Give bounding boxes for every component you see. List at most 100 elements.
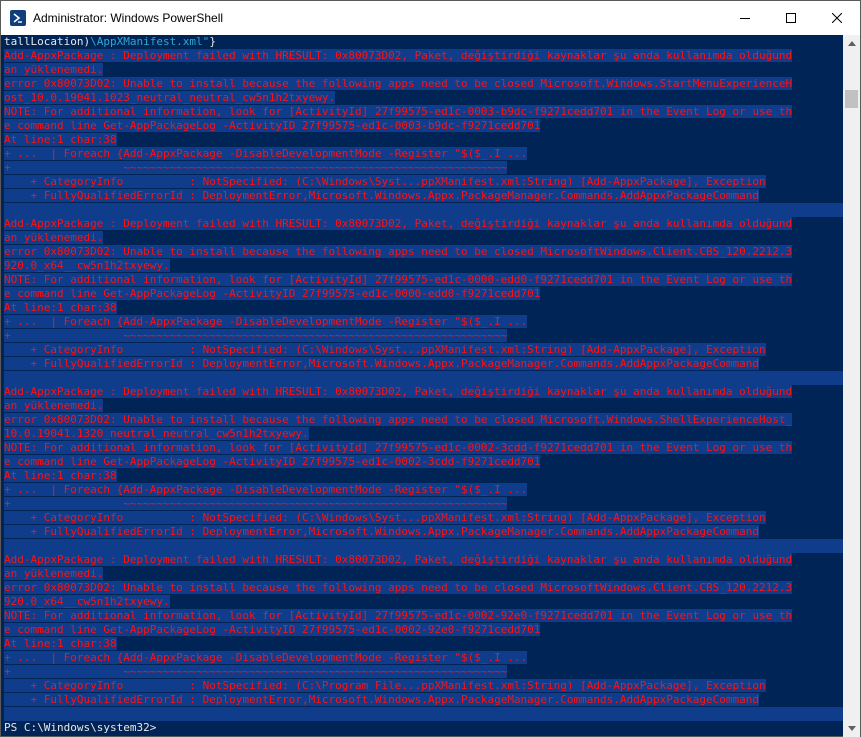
- error-text: Add-AppxPackage : Deployment failed with…: [4, 217, 793, 230]
- error-text: NOTE: For additional information, look f…: [4, 105, 793, 118]
- error-line: an yüklenemedi.: [4, 399, 844, 413]
- error-text: + ... | Foreach {Add-AppxPackage -Disabl…: [4, 315, 528, 328]
- error-text: NOTE: For additional information, look f…: [4, 609, 793, 622]
- error-text: + FullyQualifiedErrorId : DeploymentErro…: [4, 189, 759, 202]
- error-text: + ... | Foreach {Add-AppxPackage -Disabl…: [4, 483, 528, 496]
- error-text: + ... | Foreach {Add-AppxPackage -Disabl…: [4, 147, 528, 160]
- error-line: + ~~~~~~~~~~~~~~~~~~~~~~~~~~~~~~~~~~~~~~…: [4, 665, 844, 679]
- error-text: Add-AppxPackage : Deployment failed with…: [4, 49, 793, 62]
- error-line: e command line Get-AppPackageLog -Activi…: [4, 119, 844, 133]
- error-block-spacer: [4, 539, 844, 553]
- error-line: + ~~~~~~~~~~~~~~~~~~~~~~~~~~~~~~~~~~~~~~…: [4, 161, 844, 175]
- prompt-line: PS C:\Windows\system32>: [4, 721, 844, 735]
- scroll-down-icon[interactable]: [843, 720, 860, 737]
- error-text: 920.0_x64__cw5n1h2txyewy.: [4, 259, 170, 272]
- error-text: 920.0_x64__cw5n1h2txyewy.: [4, 595, 170, 608]
- vertical-scrollbar[interactable]: [843, 35, 860, 737]
- close-button[interactable]: [814, 1, 860, 35]
- command-continuation-line: tallLocation)\AppXManifest.xml"}: [4, 35, 844, 49]
- title-bar[interactable]: Administrator: Windows PowerShell: [1, 1, 860, 35]
- error-line: + ... | Foreach {Add-AppxPackage -Disabl…: [4, 315, 844, 329]
- error-line: + CategoryInfo : NotSpecified: (C:\Windo…: [4, 175, 844, 189]
- error-text: e command line Get-AppPackageLog -Activi…: [4, 287, 541, 300]
- command-text: tallLocation): [4, 35, 91, 48]
- error-text: + ~~~~~~~~~~~~~~~~~~~~~~~~~~~~~~~~~~~~~~…: [4, 665, 508, 678]
- error-line: + CategoryInfo : NotSpecified: (C:\Progr…: [4, 679, 844, 693]
- error-text: error 0x80073D02: Unable to install beca…: [4, 77, 793, 90]
- error-line: + FullyQualifiedErrorId : DeploymentErro…: [4, 357, 844, 371]
- error-line: At line:1 char:38: [4, 301, 844, 315]
- error-line: + ... | Foreach {Add-AppxPackage -Disabl…: [4, 483, 844, 497]
- scrollbar-thumb[interactable]: [845, 90, 858, 108]
- error-line: error 0x80073D02: Unable to install beca…: [4, 581, 844, 595]
- error-text: NOTE: For additional information, look f…: [4, 273, 793, 286]
- console-output[interactable]: tallLocation)\AppXManifest.xml"} Add-Appx…: [4, 35, 844, 735]
- error-line: + ~~~~~~~~~~~~~~~~~~~~~~~~~~~~~~~~~~~~~~…: [4, 497, 844, 511]
- error-line: ost_10.0.19041.1023_neutral_neutral_cw5n…: [4, 91, 844, 105]
- error-text: + ~~~~~~~~~~~~~~~~~~~~~~~~~~~~~~~~~~~~~~…: [4, 497, 508, 510]
- error-line: NOTE: For additional information, look f…: [4, 273, 844, 287]
- error-line: + FullyQualifiedErrorId : DeploymentErro…: [4, 525, 844, 539]
- error-line: an yüklenemedi.: [4, 63, 844, 77]
- scroll-up-icon[interactable]: [843, 35, 860, 52]
- error-line: At line:1 char:38: [4, 133, 844, 147]
- error-line: e command line Get-AppPackageLog -Activi…: [4, 287, 844, 301]
- error-text: + ~~~~~~~~~~~~~~~~~~~~~~~~~~~~~~~~~~~~~~…: [4, 329, 508, 342]
- error-text: ost_10.0.19041.1023_neutral_neutral_cw5n…: [4, 91, 336, 104]
- error-line: error 0x80073D02: Unable to install beca…: [4, 77, 844, 91]
- prompt-text: PS C:\Windows\system32>: [4, 721, 157, 734]
- close-icon: [832, 13, 842, 23]
- error-text: At line:1 char:38: [4, 637, 117, 650]
- error-text: + CategoryInfo : NotSpecified: (C:\Windo…: [4, 175, 766, 188]
- error-line: e command line Get-AppPackageLog -Activi…: [4, 623, 844, 637]
- error-line: e command line Get-AppPackageLog -Activi…: [4, 455, 844, 469]
- error-text: error 0x80073D02: Unable to install beca…: [4, 413, 793, 426]
- error-text: + CategoryInfo : NotSpecified: (C:\Windo…: [4, 511, 766, 524]
- error-line: + FullyQualifiedErrorId : DeploymentErro…: [4, 693, 844, 707]
- error-text: Add-AppxPackage : Deployment failed with…: [4, 553, 793, 566]
- error-text: Add-AppxPackage : Deployment failed with…: [4, 385, 793, 398]
- error-text: an yüklenemedi.: [4, 567, 104, 580]
- error-line: + ~~~~~~~~~~~~~~~~~~~~~~~~~~~~~~~~~~~~~~…: [4, 329, 844, 343]
- error-line: 920.0_x64__cw5n1h2txyewy.: [4, 595, 844, 609]
- error-block-spacer: [4, 707, 844, 721]
- error-line: error 0x80073D02: Unable to install beca…: [4, 245, 844, 259]
- error-block-spacer: [4, 371, 844, 385]
- error-line: + CategoryInfo : NotSpecified: (C:\Windo…: [4, 343, 844, 357]
- error-text: + FullyQualifiedErrorId : DeploymentErro…: [4, 525, 759, 538]
- window-title: Administrator: Windows PowerShell: [33, 11, 224, 25]
- error-line: Add-AppxPackage : Deployment failed with…: [4, 49, 844, 63]
- error-block-spacer: [4, 203, 844, 217]
- error-line: + ... | Foreach {Add-AppxPackage -Disabl…: [4, 651, 844, 665]
- minimize-icon: [740, 18, 750, 19]
- error-text: + CategoryInfo : NotSpecified: (C:\Windo…: [4, 343, 766, 356]
- error-line: Add-AppxPackage : Deployment failed with…: [4, 385, 844, 399]
- error-line: an yüklenemedi.: [4, 231, 844, 245]
- error-line: NOTE: For additional information, look f…: [4, 105, 844, 119]
- error-text: NOTE: For additional information, look f…: [4, 441, 793, 454]
- command-string-text: \AppXManifest.xml": [90, 35, 210, 48]
- powershell-icon: [10, 10, 26, 26]
- error-text: an yüklenemedi.: [4, 231, 104, 244]
- error-line: + CategoryInfo : NotSpecified: (C:\Windo…: [4, 511, 844, 525]
- error-text: an yüklenemedi.: [4, 63, 104, 76]
- error-line: + FullyQualifiedErrorId : DeploymentErro…: [4, 189, 844, 203]
- error-text: + FullyQualifiedErrorId : DeploymentErro…: [4, 357, 759, 370]
- error-text: an yüklenemedi.: [4, 399, 104, 412]
- error-text: + ... | Foreach {Add-AppxPackage -Disabl…: [4, 651, 528, 664]
- error-text: At line:1 char:38: [4, 133, 117, 146]
- maximize-button[interactable]: [768, 1, 814, 35]
- error-text: e command line Get-AppPackageLog -Activi…: [4, 623, 541, 636]
- error-text: error 0x80073D02: Unable to install beca…: [4, 245, 793, 258]
- error-line: 920.0_x64__cw5n1h2txyewy.: [4, 259, 844, 273]
- minimize-button[interactable]: [722, 1, 768, 35]
- error-line: an yüklenemedi.: [4, 567, 844, 581]
- error-text: + FullyQualifiedErrorId : DeploymentErro…: [4, 693, 759, 706]
- error-text: + ~~~~~~~~~~~~~~~~~~~~~~~~~~~~~~~~~~~~~~…: [4, 161, 508, 174]
- error-text: At line:1 char:38: [4, 301, 117, 314]
- error-text: At line:1 char:38: [4, 469, 117, 482]
- error-line: error 0x80073D02: Unable to install beca…: [4, 413, 844, 427]
- error-line: + ... | Foreach {Add-AppxPackage -Disabl…: [4, 147, 844, 161]
- window-controls: [722, 1, 860, 35]
- error-text: 10.0.19041.1320_neutral_neutral_cw5n1h2t…: [4, 427, 309, 440]
